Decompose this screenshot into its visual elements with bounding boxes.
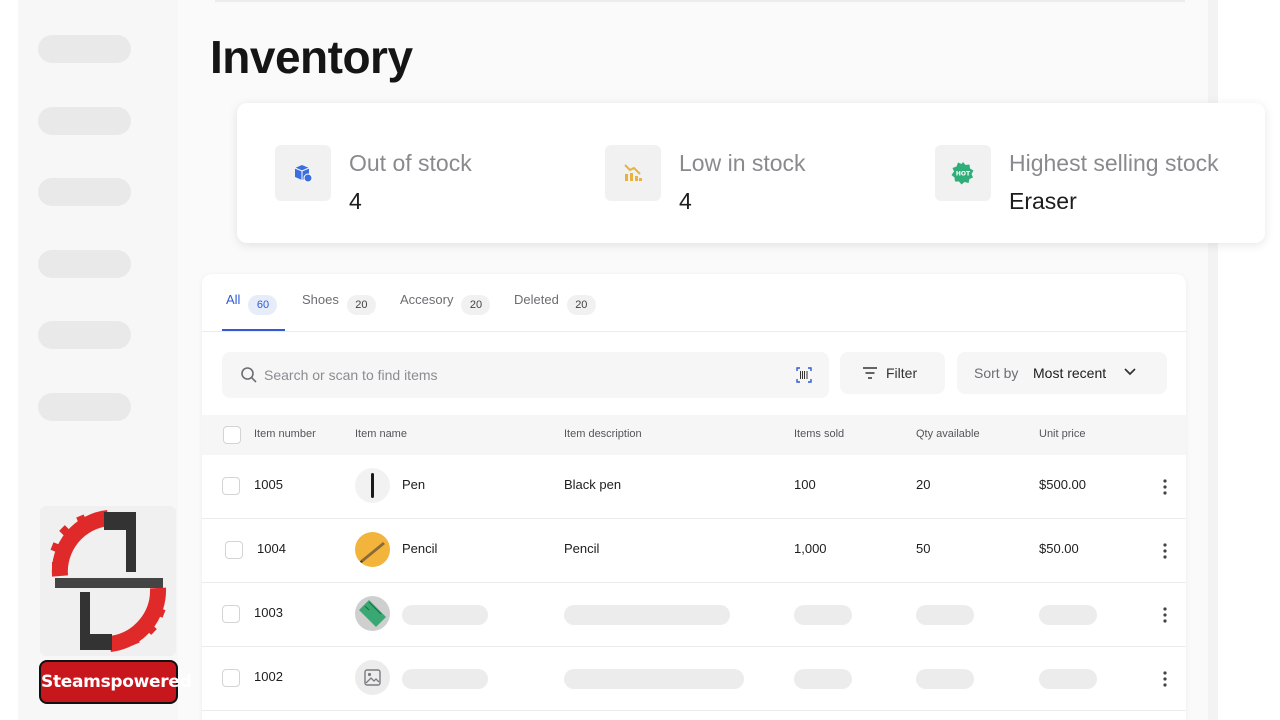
item-number: 1003 (254, 605, 283, 620)
more-options-icon[interactable] (1160, 605, 1170, 625)
item-description: Pencil (564, 541, 600, 556)
sidebar-item-placeholder[interactable] (38, 250, 131, 278)
more-options-icon[interactable] (1160, 669, 1170, 689)
tab-count: 20 (461, 295, 491, 315)
hot-badge-icon: HOT (935, 145, 991, 201)
search-placeholder: Search or scan to find items (264, 367, 438, 383)
filter-icon (863, 367, 877, 379)
item-number: 1002 (254, 669, 283, 684)
more-options-icon[interactable] (1160, 477, 1170, 497)
ruler-thumbnail (355, 596, 390, 631)
tab-bar: All 60 Shoes 20 Accesory 20 Deleted 20 (202, 274, 1186, 332)
table-row[interactable]: 1002 (202, 647, 1186, 711)
sort-dropdown[interactable]: Sort by Most recent (957, 352, 1167, 394)
loading-placeholder (916, 669, 974, 689)
sidebar-item-placeholder[interactable] (38, 393, 131, 421)
item-number: 1005 (254, 477, 283, 492)
table-row[interactable]: 1003 (202, 583, 1186, 647)
tab-all[interactable]: All 60 (226, 292, 278, 332)
row-checkbox[interactable] (225, 541, 243, 559)
column-header[interactable]: Qty available (916, 428, 980, 440)
page-title: Inventory (210, 31, 413, 83)
sidebar-item-placeholder[interactable] (38, 178, 131, 206)
item-name: Pencil (402, 541, 438, 556)
column-header[interactable]: Item description (564, 428, 642, 440)
qty-available: 20 (916, 477, 931, 492)
chart-down-icon (605, 145, 661, 201)
tab-label: Accesory (400, 292, 454, 307)
image-placeholder-icon (355, 660, 390, 695)
tab-accesory[interactable]: Accesory 20 (400, 292, 491, 332)
stat-value: Eraser (1009, 188, 1077, 214)
search-icon (241, 367, 257, 383)
column-header[interactable]: Item name (355, 428, 407, 440)
loading-placeholder (564, 605, 730, 625)
sidebar-item-placeholder[interactable] (38, 107, 131, 135)
tab-shoes[interactable]: Shoes 20 (302, 292, 376, 332)
tab-label: All (226, 292, 241, 307)
tab-count: 20 (346, 295, 376, 315)
stat-value: 4 (679, 188, 692, 214)
loading-placeholder (402, 605, 488, 625)
sort-value: Most recent (1033, 365, 1107, 381)
loading-placeholder (794, 669, 852, 689)
table-row[interactable]: 1004 Pencil Pencil 1,000 50 $50.00 (202, 519, 1186, 583)
search-input[interactable]: Search or scan to find items (222, 352, 829, 398)
stat-value: 4 (349, 188, 362, 214)
active-tab-indicator (222, 329, 285, 331)
stat-label: Low in stock (679, 150, 806, 176)
top-divider (215, 0, 1185, 2)
items-sold: 1,000 (794, 541, 827, 556)
stat-label: Highest selling stock (1009, 150, 1219, 176)
stats-card: Out of stock 4 Low in stock 4 HOT Highes… (237, 103, 1265, 243)
item-description: Black pen (564, 477, 622, 492)
stat-label: Out of stock (349, 150, 472, 176)
row-checkbox[interactable] (222, 477, 240, 495)
filter-label: Filter (886, 365, 918, 381)
loading-placeholder (1039, 605, 1097, 625)
pen-thumbnail (355, 468, 390, 503)
pencil-thumbnail (355, 532, 390, 567)
watermark-label: Steamspowered (39, 660, 192, 704)
inventory-table-card: All 60 Shoes 20 Accesory 20 Deleted 20 S… (202, 274, 1186, 720)
loading-placeholder (1039, 669, 1097, 689)
barcode-scan-icon[interactable] (795, 366, 813, 384)
svg-text:HOT: HOT (956, 171, 971, 178)
column-header[interactable]: Unit price (1039, 428, 1085, 440)
chevron-down-icon (1124, 368, 1136, 376)
items-sold: 100 (794, 477, 816, 492)
tab-count: 20 (566, 295, 596, 315)
row-checkbox[interactable] (222, 605, 240, 623)
tab-label: Deleted (514, 292, 559, 307)
loading-placeholder (794, 605, 852, 625)
sidebar-item-placeholder[interactable] (38, 321, 131, 349)
tab-deleted[interactable]: Deleted 20 (514, 292, 596, 332)
loading-placeholder (402, 669, 488, 689)
loading-placeholder (564, 669, 744, 689)
loading-placeholder (916, 605, 974, 625)
box-icon (275, 145, 331, 201)
tab-label: Shoes (302, 292, 339, 307)
table-header: Item number Item name Item description I… (202, 415, 1186, 455)
qty-available: 50 (916, 541, 931, 556)
item-name: Pen (402, 477, 426, 492)
watermark-logo (40, 506, 176, 656)
item-number: 1004 (257, 541, 286, 556)
table-row[interactable]: 1005 Pen Black pen 100 20 $500.00 (202, 455, 1186, 519)
sidebar-item-placeholder[interactable] (38, 35, 131, 63)
sort-prefix: Sort by (974, 365, 1019, 381)
row-checkbox[interactable] (222, 669, 240, 687)
more-options-icon[interactable] (1160, 541, 1170, 561)
tab-count: 60 (248, 295, 278, 315)
column-header[interactable]: Item number (254, 428, 316, 440)
select-all-checkbox[interactable] (223, 426, 241, 444)
unit-price: $500.00 (1039, 477, 1086, 492)
unit-price: $50.00 (1039, 541, 1079, 556)
column-header[interactable]: Items sold (794, 428, 844, 440)
filter-button[interactable]: Filter (840, 352, 945, 394)
